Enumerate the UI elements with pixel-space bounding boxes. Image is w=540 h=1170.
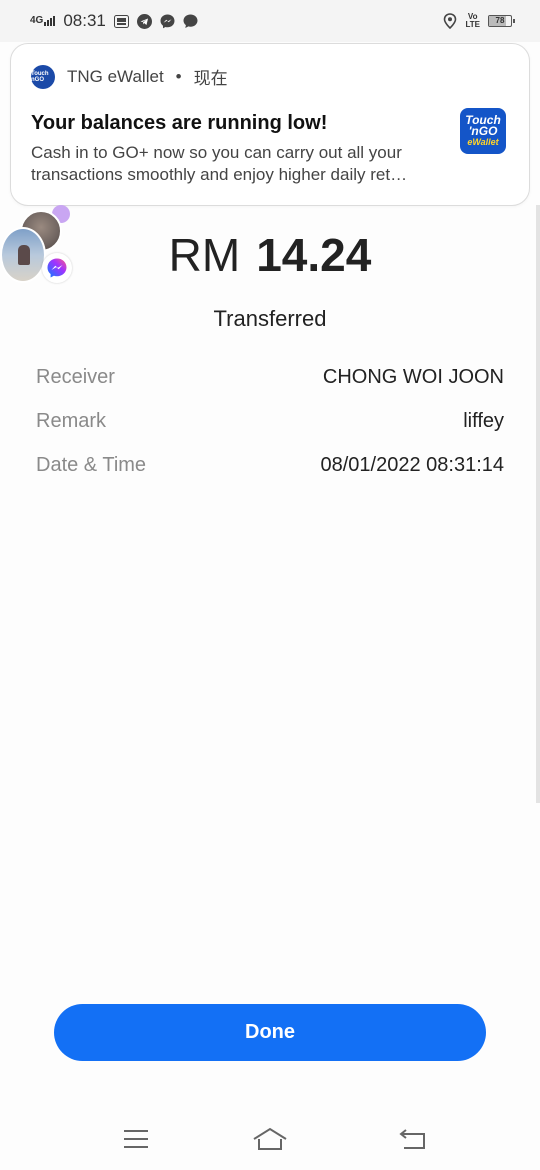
status-bar-right: Vo LTE 78 xyxy=(442,12,515,29)
detail-value: 08/01/2022 08:31:14 xyxy=(320,453,504,476)
tng-notification-icon xyxy=(113,14,129,29)
notification-app-name: TNG eWallet xyxy=(67,66,164,86)
notification-card[interactable]: Touch nGO TNG eWallet • 现在 Your balances… xyxy=(10,43,530,206)
tng-app-icon: Touch nGO xyxy=(31,64,55,89)
notification-header: Touch nGO TNG eWallet • 现在 xyxy=(31,64,228,89)
battery-level: 78 xyxy=(495,16,505,25)
notification-body-line2: transactions smoothly and enjoy higher d… xyxy=(31,165,408,184)
notification-body: Cash in to GO+ now so you can carry out … xyxy=(31,142,441,186)
telegram-icon xyxy=(136,13,152,29)
transaction-details: Receiver CHONG WOI JOON Remark liffey Da… xyxy=(36,355,504,487)
logo-line2: 'nGO xyxy=(468,123,498,138)
detail-label: Date & Time xyxy=(36,453,147,476)
transfer-amount: RM 14.24 xyxy=(0,228,540,282)
amount-currency: RM xyxy=(168,229,241,281)
tng-ewallet-logo: Touch 'nGO eWallet xyxy=(460,108,506,154)
detail-label: Remark xyxy=(36,409,107,432)
volte-indicator: Vo LTE xyxy=(465,12,480,29)
signal-indicator: 4G xyxy=(30,15,56,26)
back-icon[interactable] xyxy=(392,1124,432,1154)
status-bar: 4G 08:31 Vo LTE 78 xyxy=(0,0,540,42)
detail-value: liffey xyxy=(463,409,504,432)
home-icon[interactable] xyxy=(250,1124,290,1154)
signal-bars-icon xyxy=(44,16,56,26)
transaction-status: Transferred xyxy=(213,306,327,331)
status-bar-left: 4G 08:31 xyxy=(30,11,198,31)
location-icon xyxy=(442,13,457,29)
logo-line3: eWallet xyxy=(467,136,499,147)
amount-value: 14.24 xyxy=(256,229,372,281)
system-nav-bar xyxy=(0,1110,540,1170)
notification-time: 现在 xyxy=(193,69,228,88)
app-icon-text: Touch nGO xyxy=(31,70,49,83)
chat-bubble-icon xyxy=(183,14,198,29)
notification-title: Your balances are running low! xyxy=(31,112,328,134)
detail-row-datetime: Date & Time 08/01/2022 08:31:14 xyxy=(36,443,504,487)
menu-icon[interactable] xyxy=(116,1124,156,1154)
messenger-icon xyxy=(160,14,175,29)
battery-icon: 78 xyxy=(488,15,515,27)
detail-row-receiver: Receiver CHONG WOI JOON xyxy=(36,355,504,399)
notification-separator: • xyxy=(175,66,182,86)
scrollbar[interactable] xyxy=(536,205,540,803)
detail-value: CHONG WOI JOON xyxy=(322,365,504,388)
detail-row-remark: Remark liffey xyxy=(36,399,504,443)
detail-label: Receiver xyxy=(36,365,115,388)
status-time: 08:31 xyxy=(63,11,106,30)
notification-body-line1: Cash in to GO+ now so you can carry out … xyxy=(31,143,402,162)
done-button[interactable]: Done xyxy=(54,1004,486,1061)
network-type: 4G xyxy=(30,15,44,26)
